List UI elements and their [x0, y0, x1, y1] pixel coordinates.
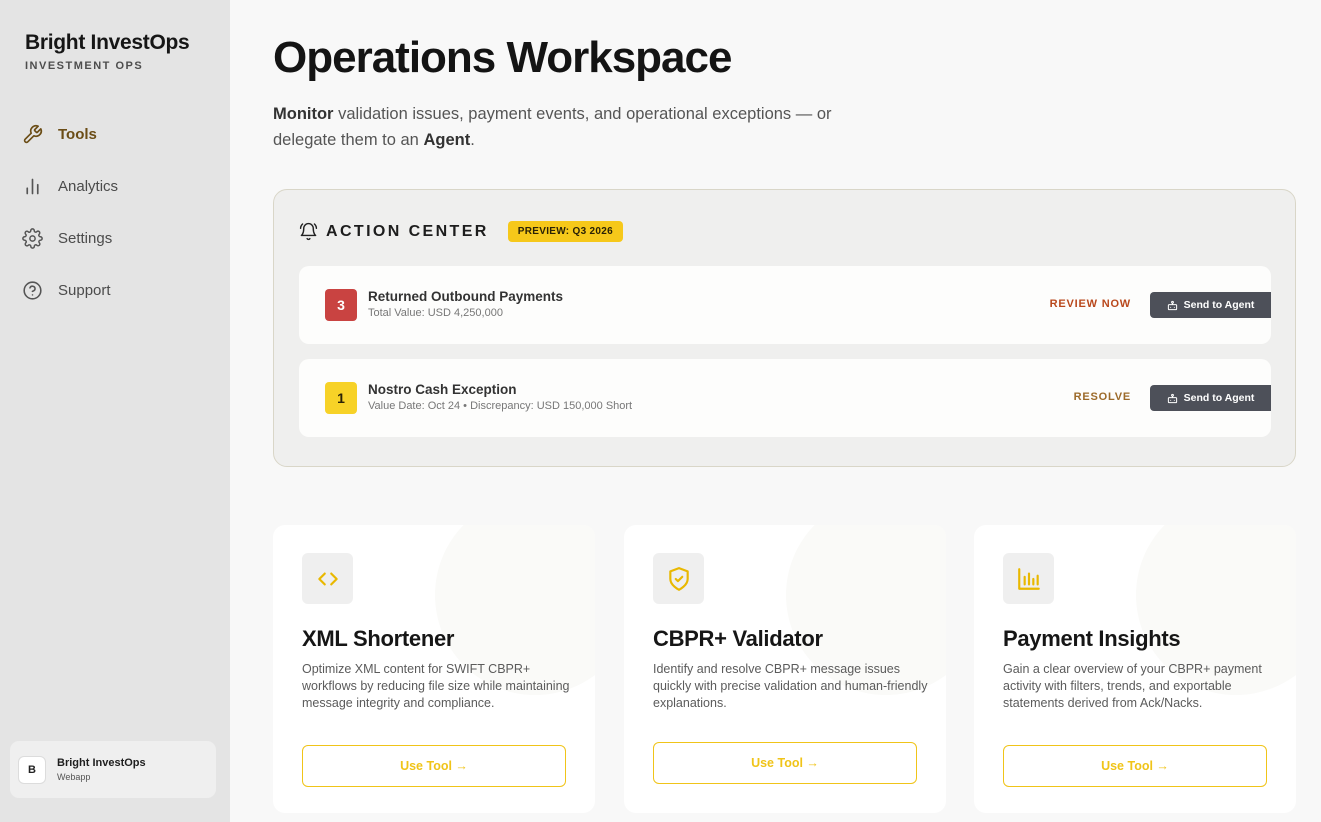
- sidebar-item-label: Support: [58, 281, 111, 299]
- action-center: ACTION CENTER PREVIEW: Q3 2026 3 Returne…: [273, 189, 1296, 467]
- sidebar-item-settings[interactable]: Settings: [20, 222, 220, 254]
- main-content: Operations Workspace Monitor validation …: [230, 0, 1321, 822]
- use-tool-button[interactable]: Use Tool →: [653, 742, 917, 784]
- card-title: CBPR+ Validator: [653, 626, 823, 651]
- page-description: Monitor validation issues, payment event…: [273, 101, 893, 153]
- code-icon: [302, 553, 353, 604]
- account-name: Bright InvestOps: [57, 757, 146, 769]
- desc-end: .: [470, 131, 475, 149]
- account-switcher[interactable]: B Bright InvestOps Webapp: [10, 741, 216, 798]
- card-title: XML Shortener: [302, 626, 455, 651]
- desc-emphasis-monitor: Monitor: [273, 105, 334, 123]
- send-to-agent-button[interactable]: Send to Agent: [1150, 385, 1271, 411]
- sidebar: Bright InvestOps INVESTMENT OPS Tools An…: [0, 0, 230, 822]
- card-description: Gain a clear overview of your CBPR+ paym…: [1003, 662, 1262, 710]
- count-badge: 3: [325, 289, 357, 321]
- count-badge: 1: [325, 382, 357, 414]
- bar-chart-icon: [20, 174, 44, 198]
- action-item-info: Returned Outbound Payments Total Value: …: [368, 289, 563, 319]
- desc-emphasis-agent: Agent: [423, 131, 471, 149]
- tool-card-payment-insights: Payment Insights Gain a clear overview o…: [974, 525, 1296, 813]
- card-description: Identify and resolve CBPR+ message issue…: [653, 662, 928, 710]
- use-tool-button[interactable]: Use Tool →: [302, 745, 566, 787]
- send-to-agent-label: Send to Agent: [1183, 392, 1255, 404]
- gear-icon: [20, 226, 44, 250]
- help-circle-icon: [20, 278, 44, 302]
- action-center-header: ACTION CENTER PREVIEW: Q3 2026: [299, 221, 623, 242]
- bar-chart-icon: [1003, 553, 1054, 604]
- bell-icon: [299, 222, 318, 241]
- sidebar-item-tools[interactable]: Tools: [20, 118, 220, 150]
- brand-name: Bright InvestOps: [25, 31, 190, 54]
- robot-icon: [1167, 300, 1177, 310]
- action-item-meta: Value Date: Oct 24 • Discrepancy: USD 15…: [368, 400, 633, 412]
- preview-badge: PREVIEW: Q3 2026: [507, 221, 623, 242]
- page-title: Operations Workspace: [273, 33, 732, 82]
- sidebar-item-label: Settings: [58, 229, 113, 247]
- avatar: B: [18, 755, 46, 784]
- brand: Bright InvestOps INVESTMENT OPS: [25, 31, 190, 72]
- action-item-meta: Total Value: USD 4,250,000: [368, 307, 503, 319]
- tool-card-xml-shortener: XML Shortener Optimize XML content for S…: [273, 525, 595, 813]
- sidebar-item-label: Analytics: [58, 177, 119, 195]
- account-type: Webapp: [57, 772, 91, 782]
- sidebar-item-analytics[interactable]: Analytics: [20, 170, 220, 202]
- desc-text: validation issues, payment events, and o…: [273, 105, 832, 149]
- action-item: 3 Returned Outbound Payments Total Value…: [299, 266, 1271, 344]
- action-item: 1 Nostro Cash Exception Value Date: Oct …: [299, 359, 1271, 437]
- sidebar-nav: Tools Analytics Settings Support: [20, 118, 220, 326]
- tool-card-cbpr-validator: CBPR+ Validator Identify and resolve CBP…: [624, 525, 946, 813]
- action-item-title: Nostro Cash Exception: [368, 382, 517, 397]
- robot-icon: [1167, 393, 1177, 403]
- review-now-link[interactable]: REVIEW NOW: [1050, 298, 1131, 310]
- use-tool-button[interactable]: Use Tool →: [1003, 745, 1267, 787]
- shield-check-icon: [653, 553, 704, 604]
- send-to-agent-label: Send to Agent: [1183, 299, 1255, 311]
- brand-subtitle: INVESTMENT OPS: [25, 60, 144, 72]
- resolve-link[interactable]: RESOLVE: [1074, 391, 1131, 403]
- action-center-title: ACTION CENTER: [326, 222, 489, 240]
- wrench-icon: [20, 122, 44, 146]
- card-description: Optimize XML content for SWIFT CBPR+ wor…: [302, 662, 570, 710]
- card-title: Payment Insights: [1003, 626, 1181, 651]
- action-item-title: Returned Outbound Payments: [368, 289, 564, 304]
- sidebar-item-label: Tools: [58, 125, 97, 143]
- action-item-info: Nostro Cash Exception Value Date: Oct 24…: [368, 382, 632, 412]
- sidebar-item-support[interactable]: Support: [20, 274, 220, 306]
- send-to-agent-button[interactable]: Send to Agent: [1150, 292, 1271, 318]
- account-info: Bright InvestOps Webapp: [57, 757, 146, 782]
